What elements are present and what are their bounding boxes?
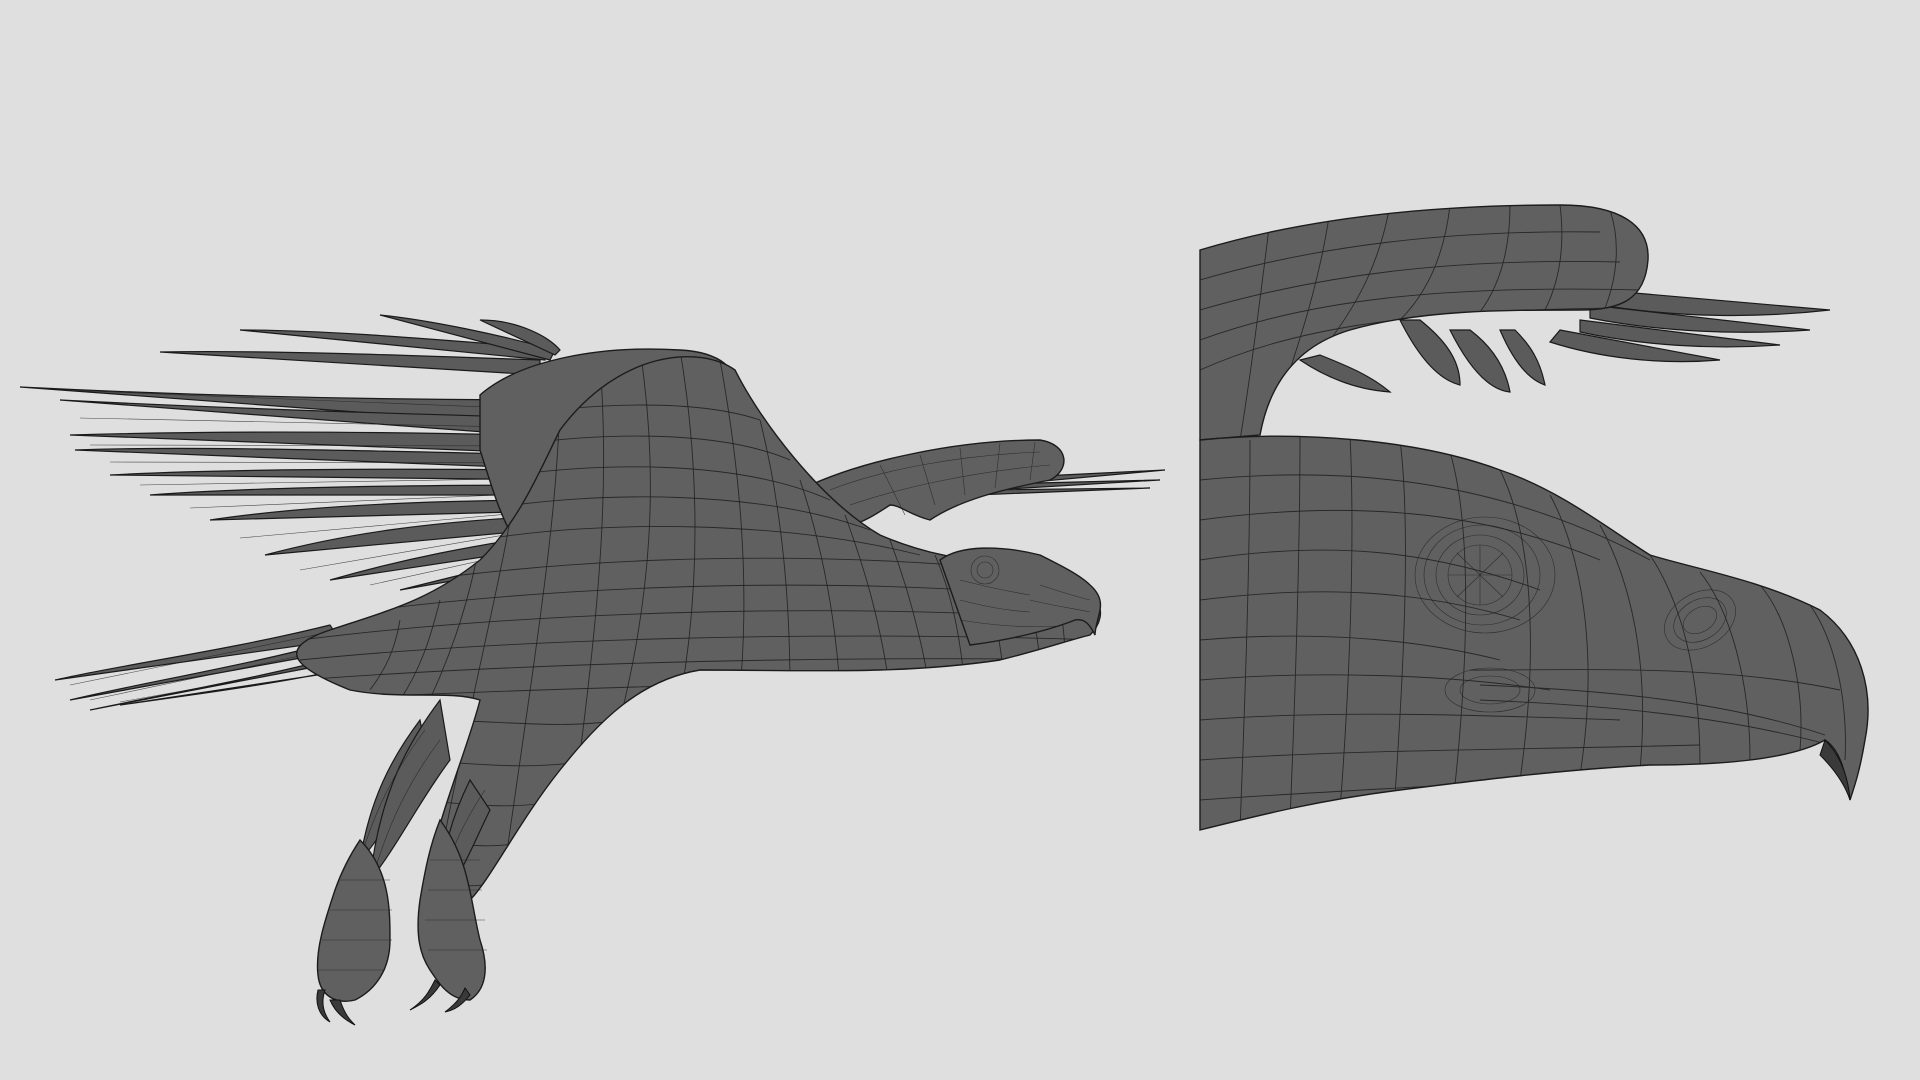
- closeup-head: [1199, 435, 1869, 831]
- viewport-canvas: [0, 0, 1920, 1080]
- render-viewport: [19, 204, 1869, 1026]
- eagle-full-body: [19, 314, 1166, 1026]
- eagle-head-closeup: [1199, 204, 1869, 831]
